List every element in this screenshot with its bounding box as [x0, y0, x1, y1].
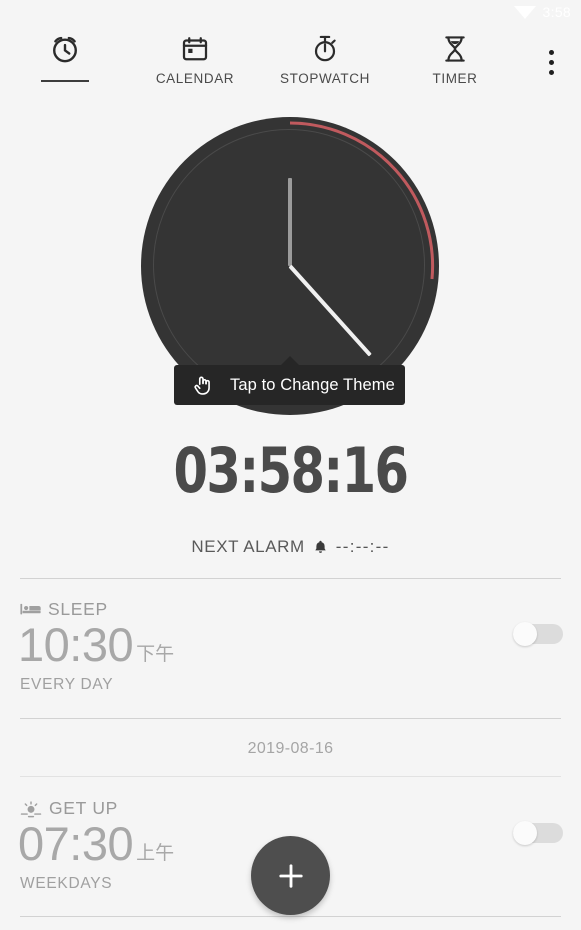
alarm-name: GET UP: [49, 797, 119, 818]
tooltip-arrow-icon: [279, 356, 300, 366]
divider-above-date: [20, 718, 561, 719]
sunrise-icon: [20, 800, 42, 817]
alarm-ampm: 上午: [136, 842, 175, 864]
tap-hand-icon: [194, 376, 210, 395]
bed-icon: [20, 603, 41, 614]
change-theme-tooltip[interactable]: Tap to Change Theme: [174, 356, 405, 405]
alarm-toggle-getup[interactable]: [513, 821, 563, 845]
alarm-toggle-sleep[interactable]: [513, 622, 563, 646]
tooltip-label: Tap to Change Theme: [230, 375, 395, 394]
alarm-ampm: 下午: [136, 643, 175, 665]
more-vertical-icon: [548, 59, 554, 65]
next-alarm-label: NEXT ALARM: [191, 537, 305, 556]
next-alarm-time: --:--:--: [335, 537, 390, 556]
stopwatch-icon: [310, 32, 340, 66]
plus-icon: [278, 863, 303, 888]
more-vertical-icon: [548, 69, 554, 75]
alarm-repeat: EVERY DAY: [20, 676, 114, 693]
calendar-icon: [180, 32, 210, 66]
tab-alarm[interactable]: [0, 24, 130, 100]
tab-selected-indicator: [41, 79, 89, 82]
next-alarm-row: NEXT ALARM --:--:--: [0, 537, 581, 557]
divider-top: [20, 578, 561, 579]
clock-hour-hand: [288, 178, 292, 266]
more-vertical-icon: [548, 49, 554, 55]
toggle-knob: [513, 622, 537, 646]
date-label: 2019-08-16: [247, 740, 334, 757]
bell-icon: [315, 540, 326, 553]
status-bar: 3:58: [0, 0, 581, 24]
toggle-knob: [513, 821, 537, 845]
alarm-name: SLEEP: [48, 598, 108, 619]
analog-clock-area: Tap to Change Theme: [0, 100, 581, 430]
alarm-time-wrap: 10:30 下午: [0, 620, 581, 670]
hourglass-timer-icon: [440, 32, 470, 66]
digital-clock: 03:58:16: [173, 434, 410, 507]
tab-timer-label: TIMER: [432, 71, 478, 86]
add-alarm-fab[interactable]: [251, 836, 330, 915]
tab-timer[interactable]: TIMER: [390, 24, 520, 100]
divider-bottom: [20, 916, 561, 917]
alarm-item-sleep[interactable]: SLEEP 10:30 下午 EVERY DAY: [0, 596, 581, 706]
tab-stopwatch[interactable]: STOPWATCH: [260, 24, 390, 100]
overflow-menu-button[interactable]: [521, 30, 581, 94]
tab-calendar-label: CALENDAR: [155, 71, 235, 86]
alarm-time: 07:30: [18, 817, 134, 870]
tab-calendar[interactable]: CALENDAR: [130, 24, 260, 100]
tab-stopwatch-label: STOPWATCH: [280, 71, 370, 86]
alarm-time: 10:30: [18, 618, 134, 671]
wifi-icon: [513, 6, 536, 19]
status-bar-time: 3:58: [542, 4, 571, 20]
divider-below-date: [20, 776, 561, 777]
tab-bar: CALENDAR STOPWATCH TIMER: [0, 24, 581, 100]
alarm-clock-icon: [48, 32, 82, 66]
